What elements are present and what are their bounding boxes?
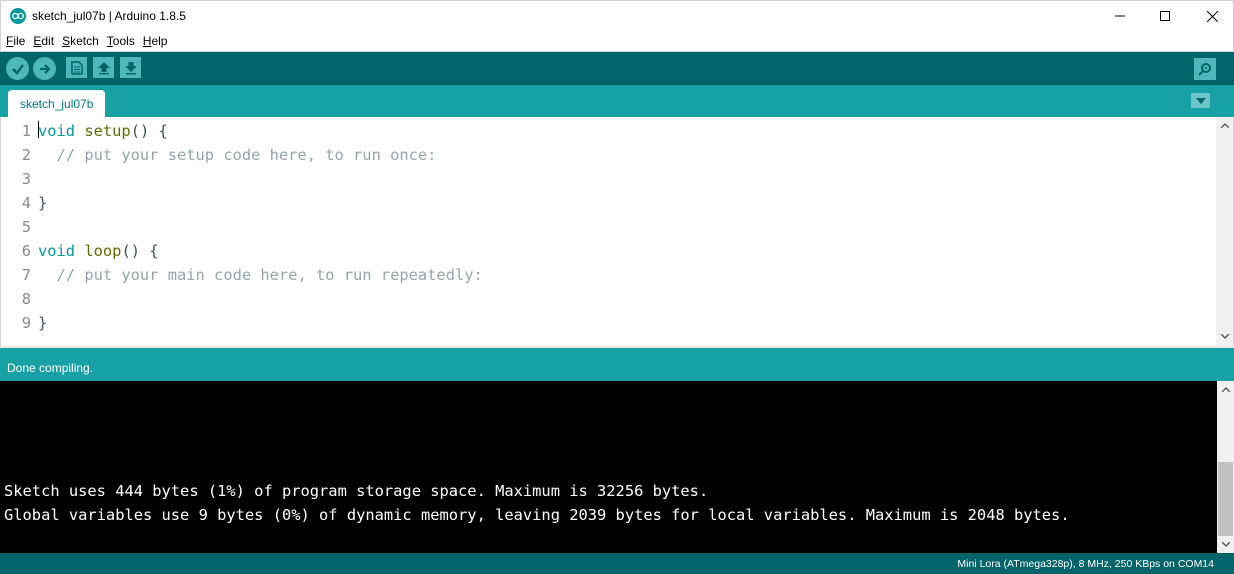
line-number-gutter: 1 2 3 4 5 6 7 8 9 xyxy=(1,117,35,346)
new-button[interactable] xyxy=(66,57,87,78)
verify-icon xyxy=(11,63,24,75)
code-token: void xyxy=(38,122,76,140)
console-scrollbar[interactable] xyxy=(1217,381,1234,553)
upload-arrow-icon xyxy=(39,63,51,74)
chevron-down-icon xyxy=(1221,542,1230,547)
save-down-arrow-icon xyxy=(124,61,137,74)
console-line: Sketch uses 444 bytes (1%) of program st… xyxy=(4,482,709,500)
code-token: } xyxy=(38,314,48,332)
line-number: 6 xyxy=(21,242,31,260)
board-info: Mini Lora (ATmega328p), 8 MHz, 250 KBps … xyxy=(957,558,1214,570)
console-line: Global variables use 9 bytes (0%) of dyn… xyxy=(4,506,1070,524)
menu-sketch[interactable]: Sketch xyxy=(59,34,102,48)
code-token: // put your main code here, to run repea… xyxy=(38,266,483,284)
open-button[interactable] xyxy=(93,57,114,78)
scroll-down-arrow[interactable] xyxy=(1216,328,1233,345)
menu-edit[interactable]: Edit xyxy=(30,34,57,48)
toolbar xyxy=(0,51,1234,85)
line-number: 5 xyxy=(21,218,31,236)
code-line: // put your setup code here, to run once… xyxy=(38,143,437,167)
maximize-button[interactable] xyxy=(1142,1,1188,31)
code-line: // put your main code here, to run repea… xyxy=(38,263,483,287)
line-number: 9 xyxy=(21,314,31,332)
open-up-arrow-icon xyxy=(97,61,110,74)
code-token: } xyxy=(38,194,48,212)
upload-button[interactable] xyxy=(33,57,56,80)
line-number: 2 xyxy=(21,146,31,164)
code-token: () { xyxy=(121,242,159,260)
close-button[interactable] xyxy=(1189,1,1234,31)
title-bar: sketch_jul07b | Arduino 1.8.5 xyxy=(0,0,1234,31)
status-bar: Done compiling. xyxy=(0,346,1234,381)
code-token: void xyxy=(38,242,76,260)
code-token: loop xyxy=(84,242,122,260)
minimize-icon xyxy=(1115,15,1125,17)
new-file-icon xyxy=(70,60,83,75)
code-token: // put your setup code here, to run once… xyxy=(38,146,437,164)
code-area[interactable]: void setup() { // put your setup code he… xyxy=(38,117,1215,346)
scroll-thumb[interactable] xyxy=(1218,462,1233,536)
menu-tools[interactable]: Tools xyxy=(104,34,138,48)
chevron-down-icon xyxy=(1195,97,1206,104)
close-icon xyxy=(1206,10,1218,22)
tab-sketch[interactable]: sketch_jul07b xyxy=(8,90,106,117)
code-line: void setup() { xyxy=(38,119,168,143)
board-status-bar: Mini Lora (ATmega328p), 8 MHz, 250 KBps … xyxy=(0,553,1234,574)
arduino-logo-icon xyxy=(10,8,26,24)
chevron-down-icon xyxy=(1220,334,1229,339)
minimize-button[interactable] xyxy=(1097,1,1143,31)
menu-help[interactable]: Help xyxy=(140,34,171,48)
status-message: Done compiling. xyxy=(7,361,94,375)
verify-button[interactable] xyxy=(6,57,29,80)
serial-monitor-button[interactable] xyxy=(1194,58,1216,80)
window-title: sketch_jul07b | Arduino 1.8.5 xyxy=(32,9,186,23)
line-number: 8 xyxy=(21,290,31,308)
line-number: 3 xyxy=(21,170,31,188)
magnifier-icon xyxy=(1198,63,1211,76)
editor-scrollbar[interactable] xyxy=(1216,117,1233,346)
line-number: 4 xyxy=(21,194,31,212)
menu-bar: File Edit Sketch Tools Help xyxy=(0,31,1234,51)
scroll-down-arrow[interactable] xyxy=(1217,536,1234,553)
tab-strip: sketch_jul07b xyxy=(0,85,1234,117)
scroll-up-arrow[interactable] xyxy=(1217,381,1234,398)
code-token: () { xyxy=(130,122,168,140)
save-button[interactable] xyxy=(120,57,141,78)
code-line: void loop() { xyxy=(38,239,159,263)
scroll-up-arrow[interactable] xyxy=(1216,117,1233,134)
code-line: } xyxy=(38,191,47,215)
menu-file[interactable]: File xyxy=(3,34,28,48)
tab-menu-button[interactable] xyxy=(1191,93,1210,108)
line-number: 7 xyxy=(21,266,31,284)
text-cursor xyxy=(38,121,39,138)
code-line: } xyxy=(38,311,47,335)
chevron-up-icon xyxy=(1220,123,1229,128)
line-number: 1 xyxy=(21,122,31,140)
chevron-up-icon xyxy=(1221,387,1230,392)
maximize-icon xyxy=(1160,11,1170,21)
code-editor[interactable]: 123456789 void setup() { // put your set… xyxy=(0,117,1234,346)
console-output[interactable]: Sketch uses 444 bytes (1%) of program st… xyxy=(0,381,1234,553)
code-token: setup xyxy=(84,122,131,140)
